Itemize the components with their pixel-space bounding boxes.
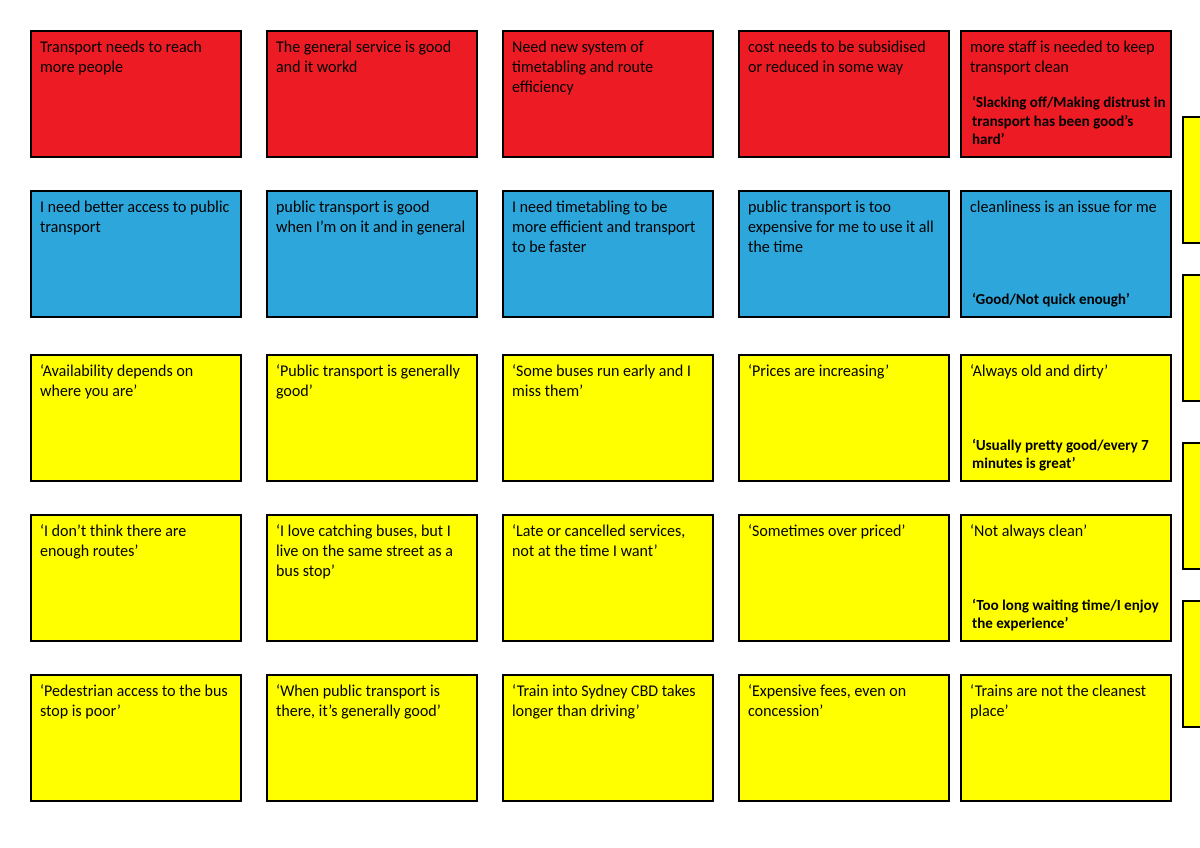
card-text: ‘Trains are not the cleanest place’ xyxy=(970,682,1146,721)
card-edge-1 xyxy=(1182,274,1200,402)
card-text: Transport needs to reach more people xyxy=(40,38,202,77)
card-r1-c0: I need better access to public transport xyxy=(30,190,242,318)
card-edge-2 xyxy=(1182,442,1200,570)
card-text: ‘Always old and dirty’ xyxy=(970,362,1108,381)
card-r0-c0: Transport needs to reach more people xyxy=(30,30,242,158)
card-r1-c1: public transport is good when I’m on it … xyxy=(266,190,478,318)
card-r2-c1: ‘Public transport is generally good’ xyxy=(266,354,478,482)
card-r3-c4: ‘Not always clean’ ‘Too long waiting time… xyxy=(960,514,1172,642)
card-r4-c4: ‘Trains are not the cleanest place’ xyxy=(960,674,1172,802)
card-text: ‘I love catching buses, but I live on th… xyxy=(276,522,453,581)
card-r0-c2: Need new system of timetabling and route… xyxy=(502,30,714,158)
card-text: cleanliness is an issue for me xyxy=(970,198,1157,217)
card-overlay-text: ‘Too long waiting time/I enjoy the exper… xyxy=(972,597,1166,635)
card-r0-c1: The general service is good and it workd xyxy=(266,30,478,158)
card-text: ‘Pedestrian access to the bus stop is po… xyxy=(40,682,228,721)
card-r1-c4: cleanliness is an issue for me ‘Good/Not … xyxy=(960,190,1172,318)
card-overlay-text: ‘Usually pretty good/every 7 minutes is … xyxy=(972,437,1166,475)
card-text: ‘Some buses run early and I miss them’ xyxy=(512,362,691,401)
card-r2-c0: ‘Availability depends on where you are’ xyxy=(30,354,242,482)
card-r3-c3: ‘Sometimes over priced’ xyxy=(738,514,950,642)
card-r0-c3: cost needs to be subsidised or reduced i… xyxy=(738,30,950,158)
card-text: ‘Sometimes over priced’ xyxy=(748,522,905,541)
card-text: ‘Prices are increasing’ xyxy=(748,362,889,381)
card-r4-c3: ‘Expensive fees, even on concession’ xyxy=(738,674,950,802)
card-edge-3 xyxy=(1182,600,1200,728)
card-r2-c2: ‘Some buses run early and I miss them’ xyxy=(502,354,714,482)
card-overlay-text: ‘Good/Not quick enough’ xyxy=(972,291,1166,310)
card-r3-c1: ‘I love catching buses, but I live on th… xyxy=(266,514,478,642)
card-overlay-text: ‘Slacking off/Making distrust in transpo… xyxy=(972,94,1166,150)
card-r3-c0: ‘I don’t think there are enough routes’ xyxy=(30,514,242,642)
card-text: ‘Expensive fees, even on concession’ xyxy=(748,682,906,721)
card-r2-c4: ‘Always old and dirty’ ‘Usually pretty go… xyxy=(960,354,1172,482)
card-edge-0 xyxy=(1182,116,1200,244)
card-text: cost needs to be subsidised or reduced i… xyxy=(748,38,926,77)
card-r4-c0: ‘Pedestrian access to the bus stop is po… xyxy=(30,674,242,802)
card-text: ‘I don’t think there are enough routes’ xyxy=(40,522,186,561)
card-text: Need new system of timetabling and route… xyxy=(512,38,653,97)
card-text: more staff is needed to keep transport c… xyxy=(970,38,1155,77)
card-text: ‘Late or cancelled services, not at the … xyxy=(512,522,685,561)
card-r0-c4: more staff is needed to keep transport c… xyxy=(960,30,1172,158)
card-r1-c2: I need timetabling to be more efficient … xyxy=(502,190,714,318)
card-r2-c3: ‘Prices are increasing’ xyxy=(738,354,950,482)
card-text: ‘Not always clean’ xyxy=(970,522,1087,541)
card-text: I need better access to public transport xyxy=(40,198,229,237)
card-text: public transport is good when I’m on it … xyxy=(276,198,465,237)
affinity-board: Transport needs to reach more people The … xyxy=(0,0,1200,848)
card-text: ‘When public transport is there, it’s ge… xyxy=(276,682,441,721)
card-text: ‘Public transport is generally good’ xyxy=(276,362,460,401)
card-r1-c3: public transport is too expensive for me… xyxy=(738,190,950,318)
card-r3-c2: ‘Late or cancelled services, not at the … xyxy=(502,514,714,642)
card-text: ‘Train into Sydney CBD takes longer than… xyxy=(512,682,696,721)
card-text: The general service is good and it workd xyxy=(276,38,451,77)
card-r4-c1: ‘When public transport is there, it’s ge… xyxy=(266,674,478,802)
card-text: I need timetabling to be more efficient … xyxy=(512,198,695,257)
card-text: ‘Availability depends on where you are’ xyxy=(40,362,193,401)
card-r4-c2: ‘Train into Sydney CBD takes longer than… xyxy=(502,674,714,802)
card-text: public transport is too expensive for me… xyxy=(748,198,934,257)
